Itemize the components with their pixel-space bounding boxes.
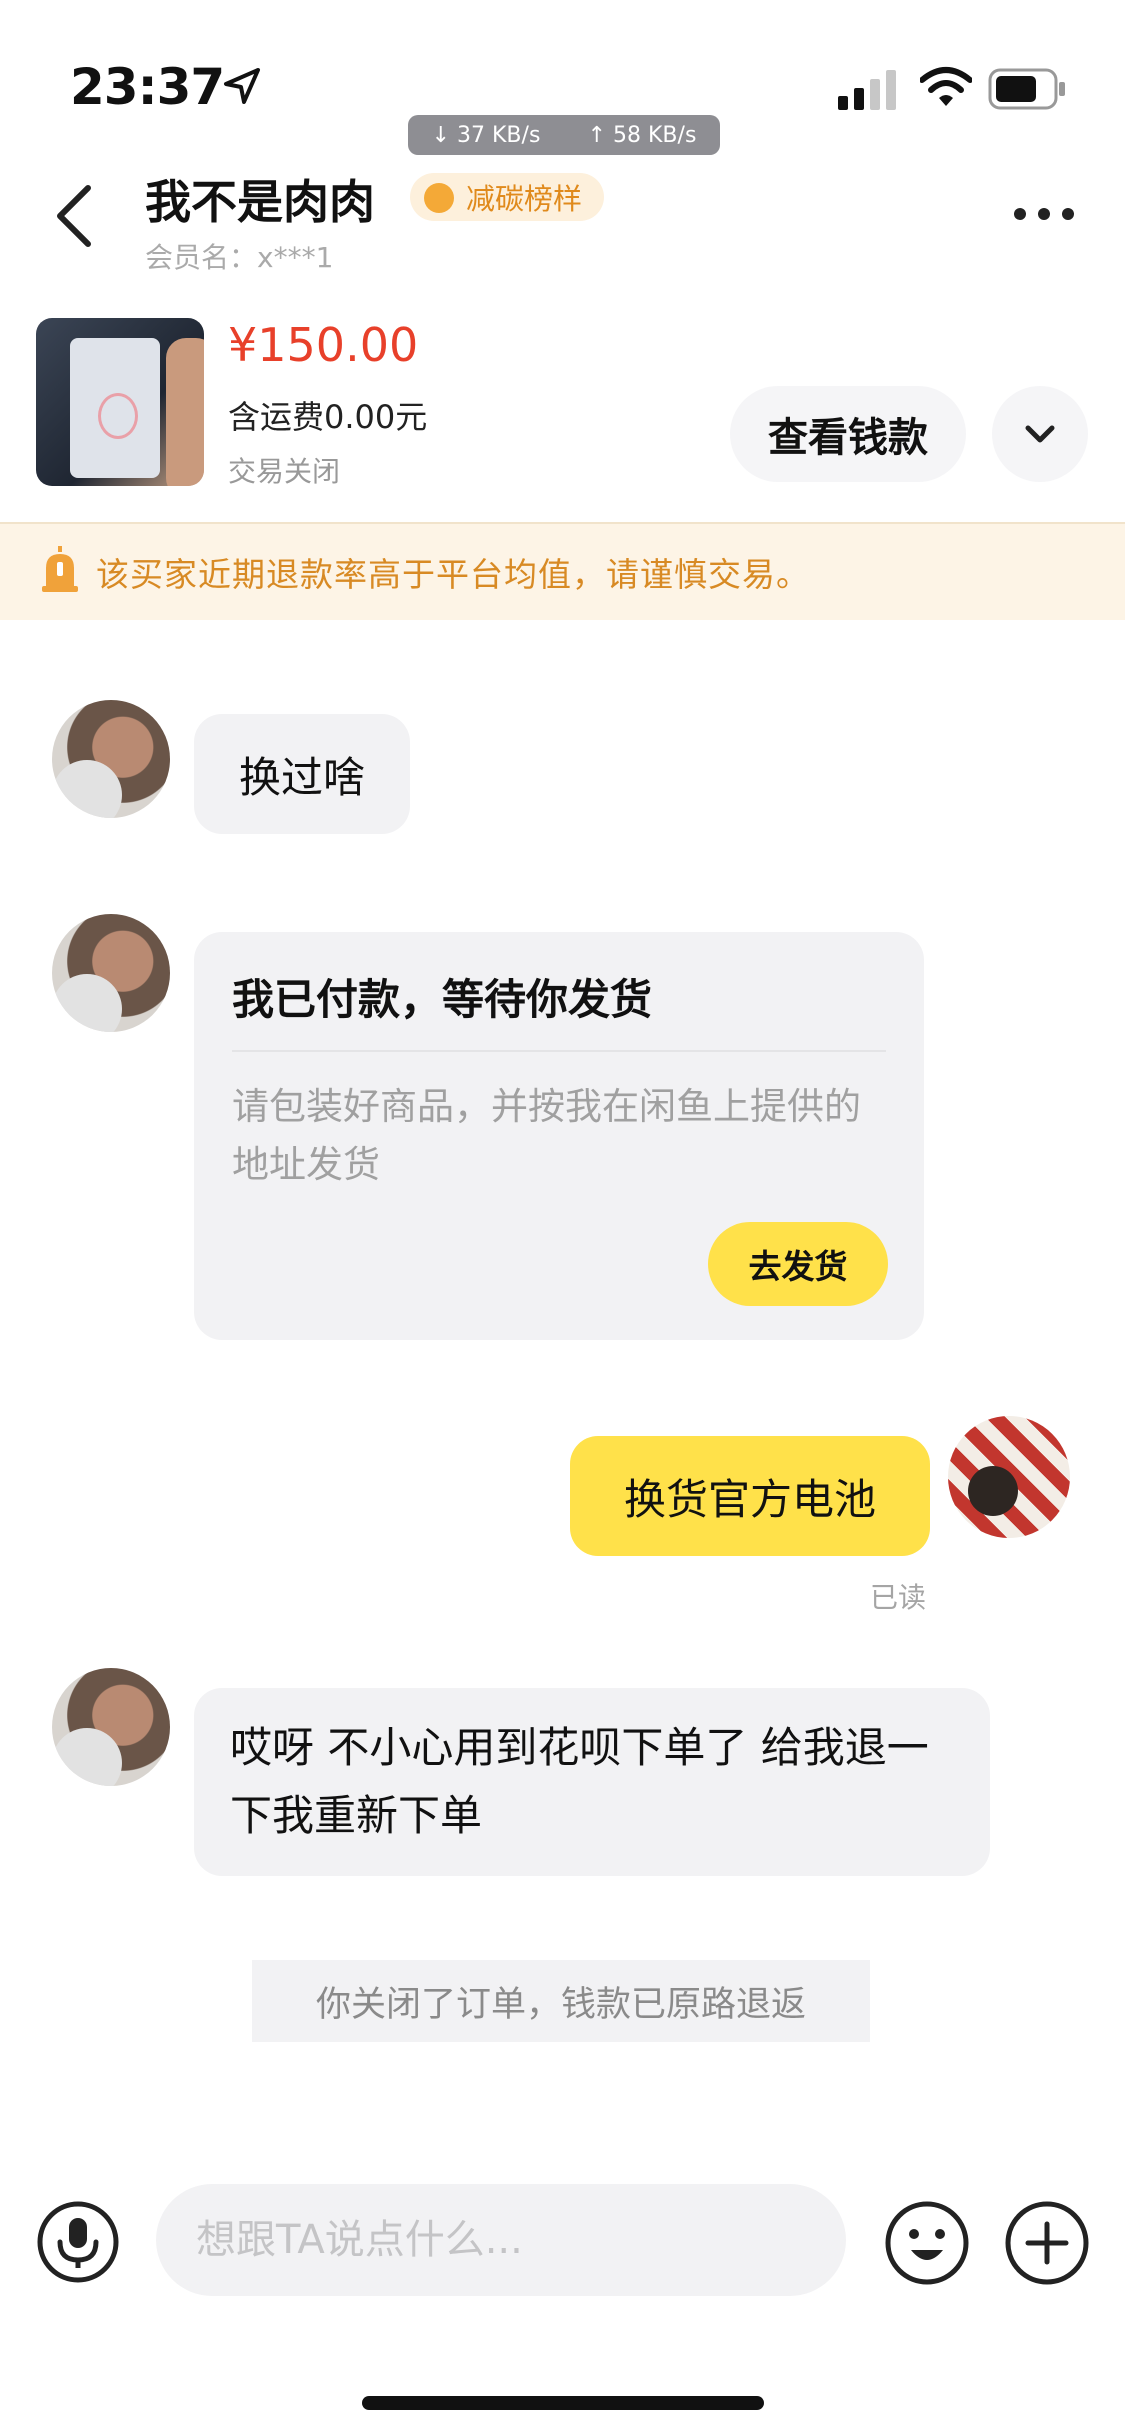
payment-card-title: 我已付款，等待你发货	[232, 975, 653, 1024]
status-time: 23:37	[70, 58, 225, 116]
own-message-bubble: 换货官方电池	[570, 1436, 930, 1556]
view-money-button[interactable]: 查看钱款	[730, 386, 966, 482]
chat-partner-name: 我不是肉肉	[145, 175, 375, 229]
shipping-fee: 含运费0.00元	[228, 398, 428, 436]
hand-graphic	[166, 338, 204, 486]
read-receipt: 已读	[870, 1581, 927, 1614]
expand-button[interactable]	[992, 386, 1088, 482]
download-speed: ↓ 37 KB/s	[431, 122, 541, 148]
product-price: ¥150.00	[228, 318, 419, 372]
badge-label: 减碳榜样	[466, 182, 583, 216]
back-arrow-icon[interactable]	[52, 184, 96, 248]
carbon-badge[interactable]: 减碳榜样	[410, 173, 605, 221]
partner-avatar[interactable]	[52, 1668, 170, 1786]
partner-avatar[interactable]	[52, 700, 170, 818]
ship-goods-button[interactable]: 去发货	[708, 1222, 888, 1306]
home-indicator[interactable]	[362, 2396, 764, 2410]
cellular-signal-icon	[838, 70, 896, 110]
leaf-icon	[424, 183, 454, 213]
fingerprint-graphic	[98, 393, 138, 439]
location-arrow-icon	[224, 68, 260, 104]
member-name: 会员名：x***1	[145, 241, 334, 274]
battery-icon	[988, 68, 1065, 110]
divider	[232, 1050, 886, 1052]
payment-notice-card: 我已付款，等待你发货 请包装好商品，并按我在闲鱼上提供的地址发货 去发货	[194, 932, 924, 1340]
network-speed-indicator: ↓ 37 KB/s ↑ 58 KB/s	[408, 115, 720, 155]
chevron-down-icon	[1025, 425, 1055, 443]
own-avatar[interactable]	[948, 1416, 1070, 1538]
message-bubble: 换过啥	[194, 714, 410, 834]
payment-card-description: 请包装好商品，并按我在闲鱼上提供的地址发货	[232, 1085, 861, 1186]
product-thumbnail[interactable]	[36, 318, 204, 486]
message-input[interactable]	[156, 2184, 846, 2296]
alarm-icon	[42, 546, 78, 592]
message-bubble: 哎呀 不小心用到花呗下单了 给我退一下我重新下单	[194, 1688, 990, 1876]
plus-icon[interactable]	[1004, 2200, 1090, 2286]
partner-avatar[interactable]	[52, 914, 170, 1032]
emoji-icon[interactable]	[884, 2200, 970, 2286]
upload-speed: ↑ 58 KB/s	[587, 122, 697, 148]
more-options-icon[interactable]	[1012, 206, 1076, 222]
system-notice: 你关闭了订单，钱款已原路退返	[252, 1960, 870, 2042]
microphone-icon[interactable]	[36, 2200, 120, 2284]
wifi-icon	[920, 67, 972, 106]
trade-status: 交易关闭	[228, 455, 341, 488]
risk-warning-text: 该买家近期退款率高于平台均值，请谨慎交易。	[96, 555, 810, 594]
